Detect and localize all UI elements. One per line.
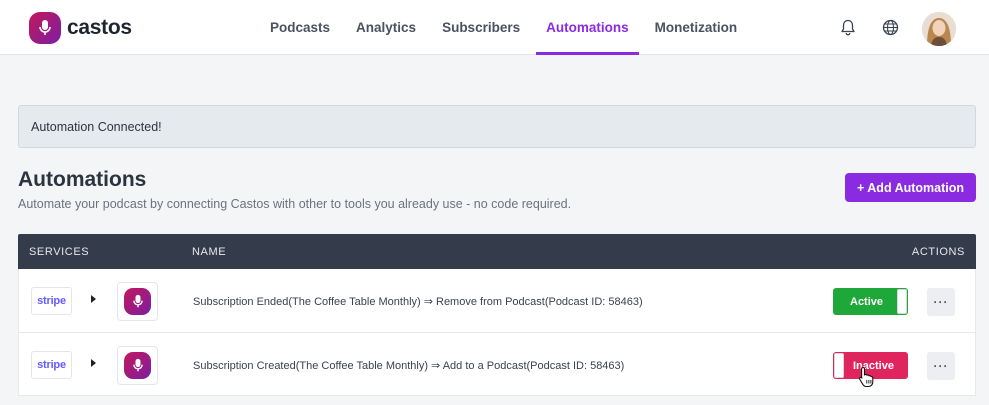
add-automation-button[interactable]: + Add Automation: [845, 173, 976, 202]
column-actions: ACTIONS: [911, 245, 965, 258]
brand-name: castos: [67, 15, 132, 39]
expand-caret-icon[interactable]: [91, 295, 96, 303]
column-name: NAME: [192, 245, 227, 258]
table-row: stripe Subscription Ended(The Coffee Tab…: [18, 269, 976, 333]
castos-logo[interactable]: castos: [29, 11, 132, 44]
toggle-knob: [897, 289, 907, 314]
success-alert: Automation Connected!: [18, 105, 976, 148]
castos-service-icon: [117, 346, 158, 385]
more-actions-button[interactable]: ···: [927, 288, 955, 316]
table-row: stripe Subscription Created(The Coffee T…: [18, 333, 976, 396]
column-services: SERVICES: [29, 245, 90, 258]
nav-podcasts[interactable]: Podcasts: [257, 0, 343, 55]
status-label: Inactive: [853, 359, 894, 372]
nav-monetization[interactable]: Monetization: [642, 0, 751, 55]
expand-caret-icon[interactable]: [91, 359, 96, 367]
stripe-service-icon: stripe: [31, 351, 72, 379]
status-label: Active: [850, 295, 884, 308]
table-header: SERVICES NAME ACTIONS: [18, 234, 976, 269]
automation-name: Subscription Created(The Coffee Table Mo…: [193, 359, 625, 372]
castos-logo-mark-icon: [29, 11, 61, 44]
page-subtitle: Automate your podcast by connecting Cast…: [18, 197, 572, 211]
nav-analytics[interactable]: Analytics: [343, 0, 429, 55]
top-navigation-bar: castos Podcasts Analytics Subscribers Au…: [0, 0, 989, 55]
automation-name: Subscription Ended(The Coffee Table Mont…: [193, 295, 643, 308]
automations-table: SERVICES NAME ACTIONS stripe Subscriptio…: [18, 234, 976, 396]
toggle-knob: [834, 353, 844, 378]
nav-subscribers[interactable]: Subscribers: [429, 0, 533, 55]
main-nav: Podcasts Analytics Subscribers Automatio…: [257, 0, 750, 55]
more-actions-button[interactable]: ···: [927, 352, 955, 380]
status-toggle-inactive[interactable]: Inactive: [833, 352, 908, 379]
status-toggle-active[interactable]: Active: [833, 288, 908, 315]
castos-service-icon: [117, 282, 158, 321]
user-avatar[interactable]: [922, 12, 956, 46]
page-title: Automations: [18, 168, 147, 191]
nav-automations[interactable]: Automations: [533, 0, 642, 55]
globe-icon[interactable]: [879, 16, 901, 38]
stripe-service-icon: stripe: [31, 287, 72, 315]
alert-text: Automation Connected!: [31, 119, 162, 134]
bell-icon[interactable]: [837, 16, 859, 38]
